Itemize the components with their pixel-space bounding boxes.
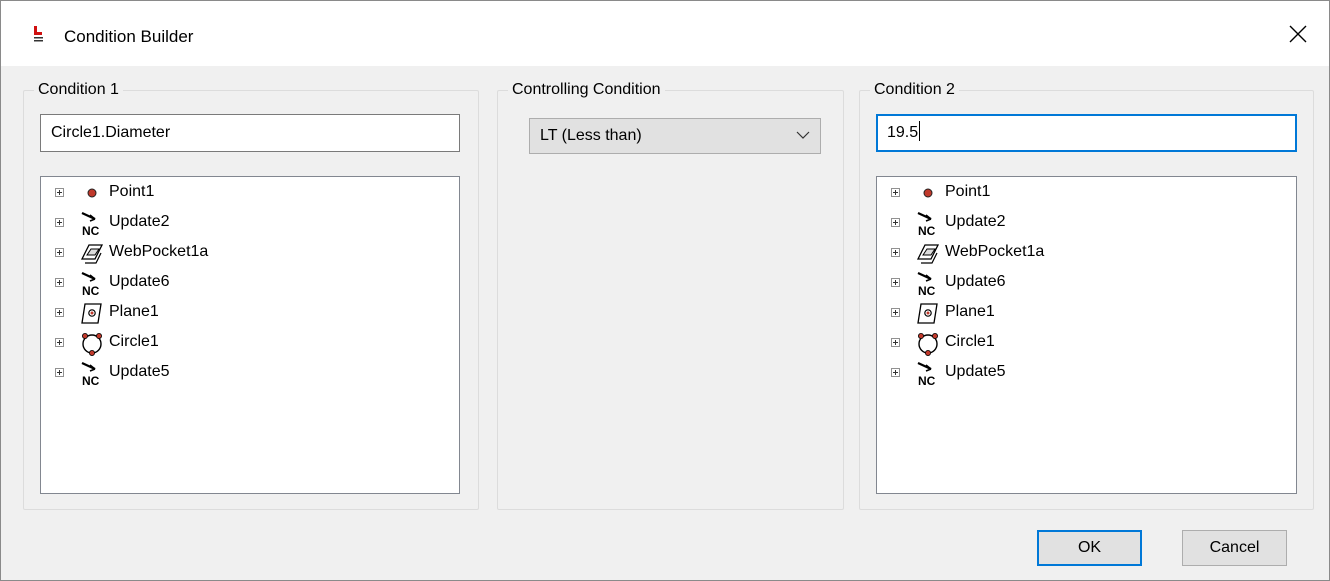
expand-icon[interactable] [891,338,900,347]
expand-icon[interactable] [891,368,900,377]
tree-item-point1[interactable]: Point1 [877,179,1296,209]
chevron-down-icon [796,131,810,139]
expand-icon[interactable] [891,188,900,197]
expand-icon[interactable] [55,278,64,287]
pocket-icon [80,244,104,264]
expand-icon[interactable] [55,368,64,377]
condition1-input[interactable]: Circle1.Diameter [40,114,460,152]
expand-icon[interactable] [55,248,64,257]
svg-text:NC: NC [82,284,100,296]
tree-item-label: Point1 [945,183,991,200]
tree-item-update5[interactable]: NC Update5 [41,359,459,389]
cancel-button[interactable]: Cancel [1182,530,1287,566]
tree-item-label: Plane1 [945,303,995,320]
controlling-label: Controlling Condition [508,79,665,101]
condition2-tree[interactable]: Point1 NC Update2 WebPocket1a NC Update6 Plane… [876,176,1297,494]
svg-text:NC: NC [82,224,100,236]
condition2-input-value: 19.5 [887,124,919,141]
tree-item-label: Update5 [945,363,1006,380]
condition2-label: Condition 2 [870,79,959,101]
expand-icon[interactable] [891,248,900,257]
text-caret [919,121,921,141]
tree-item-label: Update6 [945,273,1006,290]
window-title: Condition Builder [64,27,194,46]
expand-icon[interactable] [55,338,64,347]
condition1-label: Condition 1 [34,79,123,101]
svg-text:NC: NC [82,374,100,386]
condition-builder-dialog: Condition Builder Condition 1 Circle1.Di… [0,0,1330,581]
nc-update-icon: NC [917,362,936,386]
tree-item-update6[interactable]: NC Update6 [41,269,459,299]
circle-icon [918,333,938,356]
tree-item-circle1[interactable]: Circle1 [41,329,459,359]
svg-text:NC: NC [918,224,936,236]
ok-button[interactable]: OK [1037,530,1142,566]
nc-update-icon: NC [917,272,936,296]
tree-item-update2[interactable]: NC Update2 [41,209,459,239]
tree-item-plane1[interactable]: Plane1 [41,299,459,329]
point-icon [923,188,933,198]
svg-text:NC: NC [918,284,936,296]
controlling-selected-value: LT (Less than) [540,127,642,144]
pocket-icon [916,244,940,264]
expand-icon[interactable] [891,308,900,317]
tree-item-label: Circle1 [109,333,159,350]
tree-item-label: Update2 [109,213,170,230]
tree-item-label: WebPocket1a [945,243,1045,260]
tree-item-circle1[interactable]: Circle1 [877,329,1296,359]
expand-icon[interactable] [55,188,64,197]
point-icon [87,188,97,198]
expand-icon[interactable] [891,218,900,227]
tree-item-label: WebPocket1a [109,243,209,260]
app-icon [34,26,43,42]
title-bar: Condition Builder [1,1,1329,66]
close-button[interactable] [1267,1,1329,66]
expand-icon[interactable] [55,218,64,227]
close-icon [1289,25,1307,42]
nc-update-icon: NC [81,272,100,296]
expand-icon[interactable] [891,278,900,287]
circle-icon [82,333,102,356]
tree-item-update2[interactable]: NC Update2 [877,209,1296,239]
tree-item-plane1[interactable]: Plane1 [877,299,1296,329]
condition1-tree[interactable]: Point1 NC Update2 WebPocket1a NC Update6 Plane… [40,176,460,494]
tree-item-update6[interactable]: NC Update6 [877,269,1296,299]
tree-item-point1[interactable]: Point1 [41,179,459,209]
tree-item-label: Update6 [109,273,170,290]
plane-icon [917,303,938,324]
controlling-condition-select[interactable]: LT (Less than) [529,118,821,154]
tree-item-update5[interactable]: NC Update5 [877,359,1296,389]
condition2-input[interactable]: 19.5 [876,114,1297,152]
tree-item-label: Update5 [109,363,170,380]
tree-item-label: Point1 [109,183,155,200]
expand-icon[interactable] [55,308,64,317]
tree-item-label: Plane1 [109,303,159,320]
tree-item-webpocket1a[interactable]: WebPocket1a [41,239,459,269]
nc-update-icon: NC [917,212,936,236]
nc-update-icon: NC [81,212,100,236]
nc-update-icon: NC [81,362,100,386]
svg-text:NC: NC [918,374,936,386]
plane-icon [81,303,102,324]
tree-item-webpocket1a[interactable]: WebPocket1a [877,239,1296,269]
tree-item-label: Circle1 [945,333,995,350]
tree-item-label: Update2 [945,213,1006,230]
